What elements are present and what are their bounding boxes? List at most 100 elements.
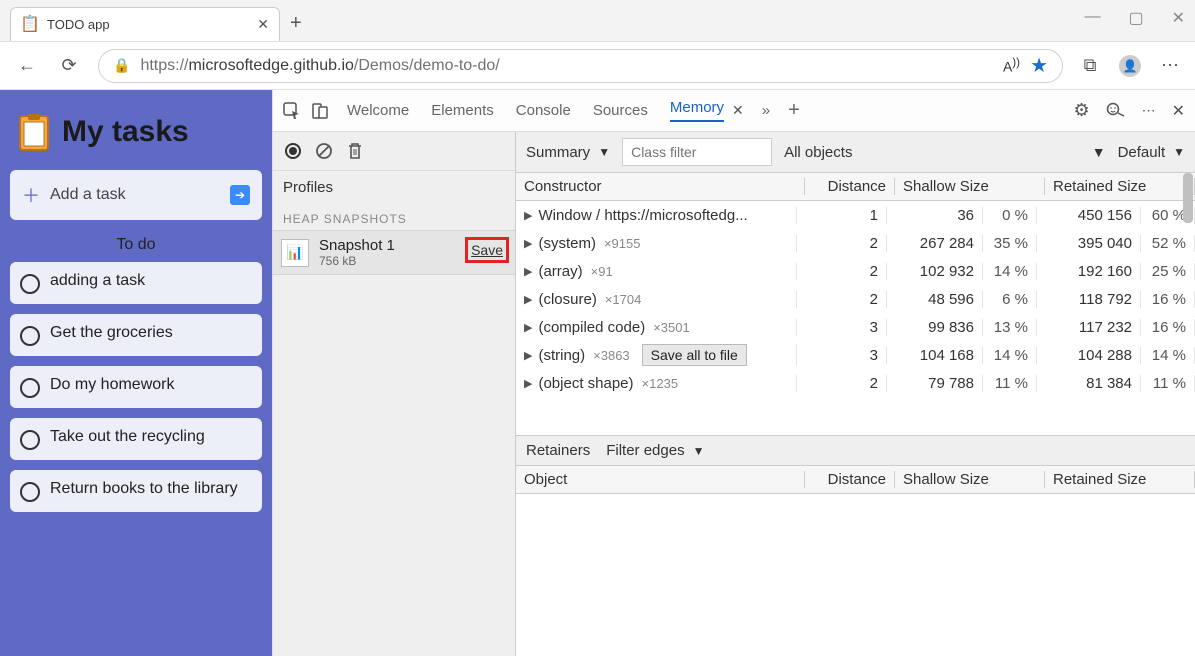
- record-icon[interactable]: [285, 143, 301, 159]
- col-r-shallow[interactable]: Shallow Size: [895, 471, 1045, 488]
- device-toggle-icon[interactable]: [311, 102, 329, 120]
- cell-constructor: ▶(array)×91: [516, 263, 797, 280]
- cell-shallow-pct: 11 %: [983, 375, 1037, 392]
- col-object[interactable]: Object: [516, 471, 805, 488]
- read-aloud-icon[interactable]: A)): [1003, 56, 1020, 75]
- expand-triangle-icon[interactable]: ▶: [524, 237, 532, 250]
- cell-constructor: ▶(system)×9155: [516, 235, 797, 252]
- cell-retained: 192 160: [1037, 263, 1141, 280]
- cell-distance: 1: [797, 207, 887, 224]
- retainers-tab[interactable]: Retainers: [526, 442, 590, 459]
- expand-triangle-icon[interactable]: ▶: [524, 349, 532, 362]
- task-label: Do my homework: [50, 376, 174, 394]
- heap-row[interactable]: ▶(compiled code)×3501399 83613 %117 2321…: [516, 313, 1195, 341]
- tooltip: Save all to file: [642, 344, 747, 366]
- class-filter-input[interactable]: [622, 138, 772, 166]
- heap-row[interactable]: ▶(array)×912102 93214 %192 16025 %: [516, 257, 1195, 285]
- scrollbar[interactable]: [1181, 173, 1193, 435]
- submit-arrow-icon[interactable]: ➔: [230, 185, 250, 205]
- add-panel-icon[interactable]: +: [788, 99, 800, 122]
- task-radio-icon[interactable]: [20, 430, 40, 450]
- window-controls: — ▢ ✕: [1084, 8, 1185, 28]
- close-devtools-icon[interactable]: ✕: [1172, 101, 1185, 121]
- heap-row[interactable]: ▶(system)×91552267 28435 %395 04052 %: [516, 229, 1195, 257]
- feedback-icon[interactable]: [1106, 102, 1126, 120]
- toolbar-right: ⧉ 👤 ⋯: [1079, 55, 1181, 77]
- devtools-tab-console[interactable]: Console: [516, 102, 571, 119]
- summary-dropdown[interactable]: Summary▼: [526, 144, 610, 161]
- avatar[interactable]: 👤: [1119, 55, 1141, 77]
- task-radio-icon[interactable]: [20, 326, 40, 346]
- cell-retained: 104 288: [1037, 347, 1141, 364]
- devtools-tab-elements[interactable]: Elements: [431, 102, 494, 119]
- cell-retained: 117 232: [1037, 319, 1141, 336]
- expand-triangle-icon[interactable]: ▶: [524, 293, 532, 306]
- task-item[interactable]: Get the groceries: [10, 314, 262, 356]
- task-item[interactable]: Take out the recycling: [10, 418, 262, 460]
- close-tab-icon[interactable]: ✕: [732, 102, 744, 119]
- collections-icon[interactable]: ⧉: [1079, 55, 1101, 76]
- expand-triangle-icon[interactable]: ▶: [524, 265, 532, 278]
- expand-triangle-icon[interactable]: ▶: [524, 377, 532, 390]
- settings-gear-icon[interactable]: ⚙: [1073, 100, 1089, 121]
- favorite-star-icon[interactable]: ★: [1030, 53, 1048, 78]
- expand-triangle-icon[interactable]: ▶: [524, 209, 532, 222]
- refresh-button[interactable]: ⟳: [56, 55, 82, 76]
- maximize-button[interactable]: ▢: [1128, 8, 1143, 28]
- col-distance[interactable]: Distance: [805, 178, 895, 195]
- default-dropdown[interactable]: Default▼: [1118, 144, 1185, 161]
- cell-distance: 2: [797, 263, 887, 280]
- profiles-toolbar: [273, 132, 515, 171]
- cell-shallow: 48 596: [887, 291, 983, 308]
- snapshot-save-link[interactable]: Save: [465, 237, 509, 263]
- more-icon[interactable]: ⋯: [1159, 55, 1181, 76]
- filter-edges-dropdown[interactable]: Filter edges▼: [606, 442, 704, 459]
- heap-row[interactable]: ▶Window / https://microsoftedg...1360 %4…: [516, 201, 1195, 229]
- back-button[interactable]: ←: [14, 55, 40, 76]
- delete-icon[interactable]: [347, 142, 363, 160]
- retainers-bar: Retainers Filter edges▼: [516, 435, 1195, 466]
- kebab-icon[interactable]: ⋯: [1142, 102, 1156, 119]
- task-item[interactable]: Return books to the library: [10, 470, 262, 512]
- col-shallow[interactable]: Shallow Size: [895, 178, 1045, 195]
- new-tab-button[interactable]: +: [290, 12, 302, 35]
- heap-row[interactable]: ▶(object shape)×1235279 78811 %81 38411 …: [516, 369, 1195, 397]
- inspect-icon[interactable]: [283, 102, 301, 120]
- browser-tab[interactable]: 📋 TODO app ✕: [10, 7, 280, 41]
- cell-shallow-pct: 6 %: [983, 291, 1037, 308]
- col-retained[interactable]: Retained Size: [1045, 178, 1195, 195]
- clear-icon[interactable]: [315, 142, 333, 160]
- devtools-tab-memory[interactable]: Memory: [670, 99, 724, 122]
- task-radio-icon[interactable]: [20, 378, 40, 398]
- col-r-retained[interactable]: Retained Size: [1045, 471, 1195, 488]
- cell-shallow: 102 932: [887, 263, 983, 280]
- expand-triangle-icon[interactable]: ▶: [524, 321, 532, 334]
- col-constructor[interactable]: Constructor: [516, 178, 805, 195]
- cell-distance: 3: [797, 319, 887, 336]
- devtools-tab-sources[interactable]: Sources: [593, 102, 648, 119]
- retainers-header: Object Distance Shallow Size Retained Si…: [516, 466, 1195, 494]
- heap-row[interactable]: ▶(string)×3863Save all to file3104 16814…: [516, 341, 1195, 369]
- all-objects-dropdown[interactable]: All objects: [784, 144, 852, 161]
- task-item[interactable]: adding a task: [10, 262, 262, 304]
- task-radio-icon[interactable]: [20, 482, 40, 502]
- heap-grid: Constructor Distance Shallow Size Retain…: [516, 173, 1195, 435]
- task-item[interactable]: Do my homework: [10, 366, 262, 408]
- devtools-tab-welcome[interactable]: Welcome: [347, 102, 409, 119]
- task-radio-icon[interactable]: [20, 274, 40, 294]
- address-bar[interactable]: 🔒 https://microsoftedge.github.io/Demos/…: [98, 49, 1063, 83]
- add-task-card[interactable]: ＋ Add a task ➔: [10, 170, 262, 220]
- more-tabs-icon[interactable]: »: [762, 102, 770, 119]
- cell-retained: 395 040: [1037, 235, 1141, 252]
- task-label: adding a task: [50, 272, 145, 290]
- snapshot-row[interactable]: 📊 Snapshot 1 756 kB Save: [273, 230, 515, 275]
- all-objects-caret-icon[interactable]: ▼: [1092, 144, 1106, 160]
- heap-row[interactable]: ▶(closure)×1704248 5966 %118 79216 %: [516, 285, 1195, 313]
- col-r-distance[interactable]: Distance: [805, 471, 895, 488]
- cell-distance: 2: [797, 291, 887, 308]
- minimize-button[interactable]: —: [1084, 8, 1100, 28]
- close-icon[interactable]: ✕: [257, 16, 269, 33]
- cell-shallow-pct: 14 %: [983, 347, 1037, 364]
- close-window-button[interactable]: ✕: [1172, 8, 1185, 28]
- url-text: https://microsoftedge.github.io/Demos/de…: [140, 57, 499, 75]
